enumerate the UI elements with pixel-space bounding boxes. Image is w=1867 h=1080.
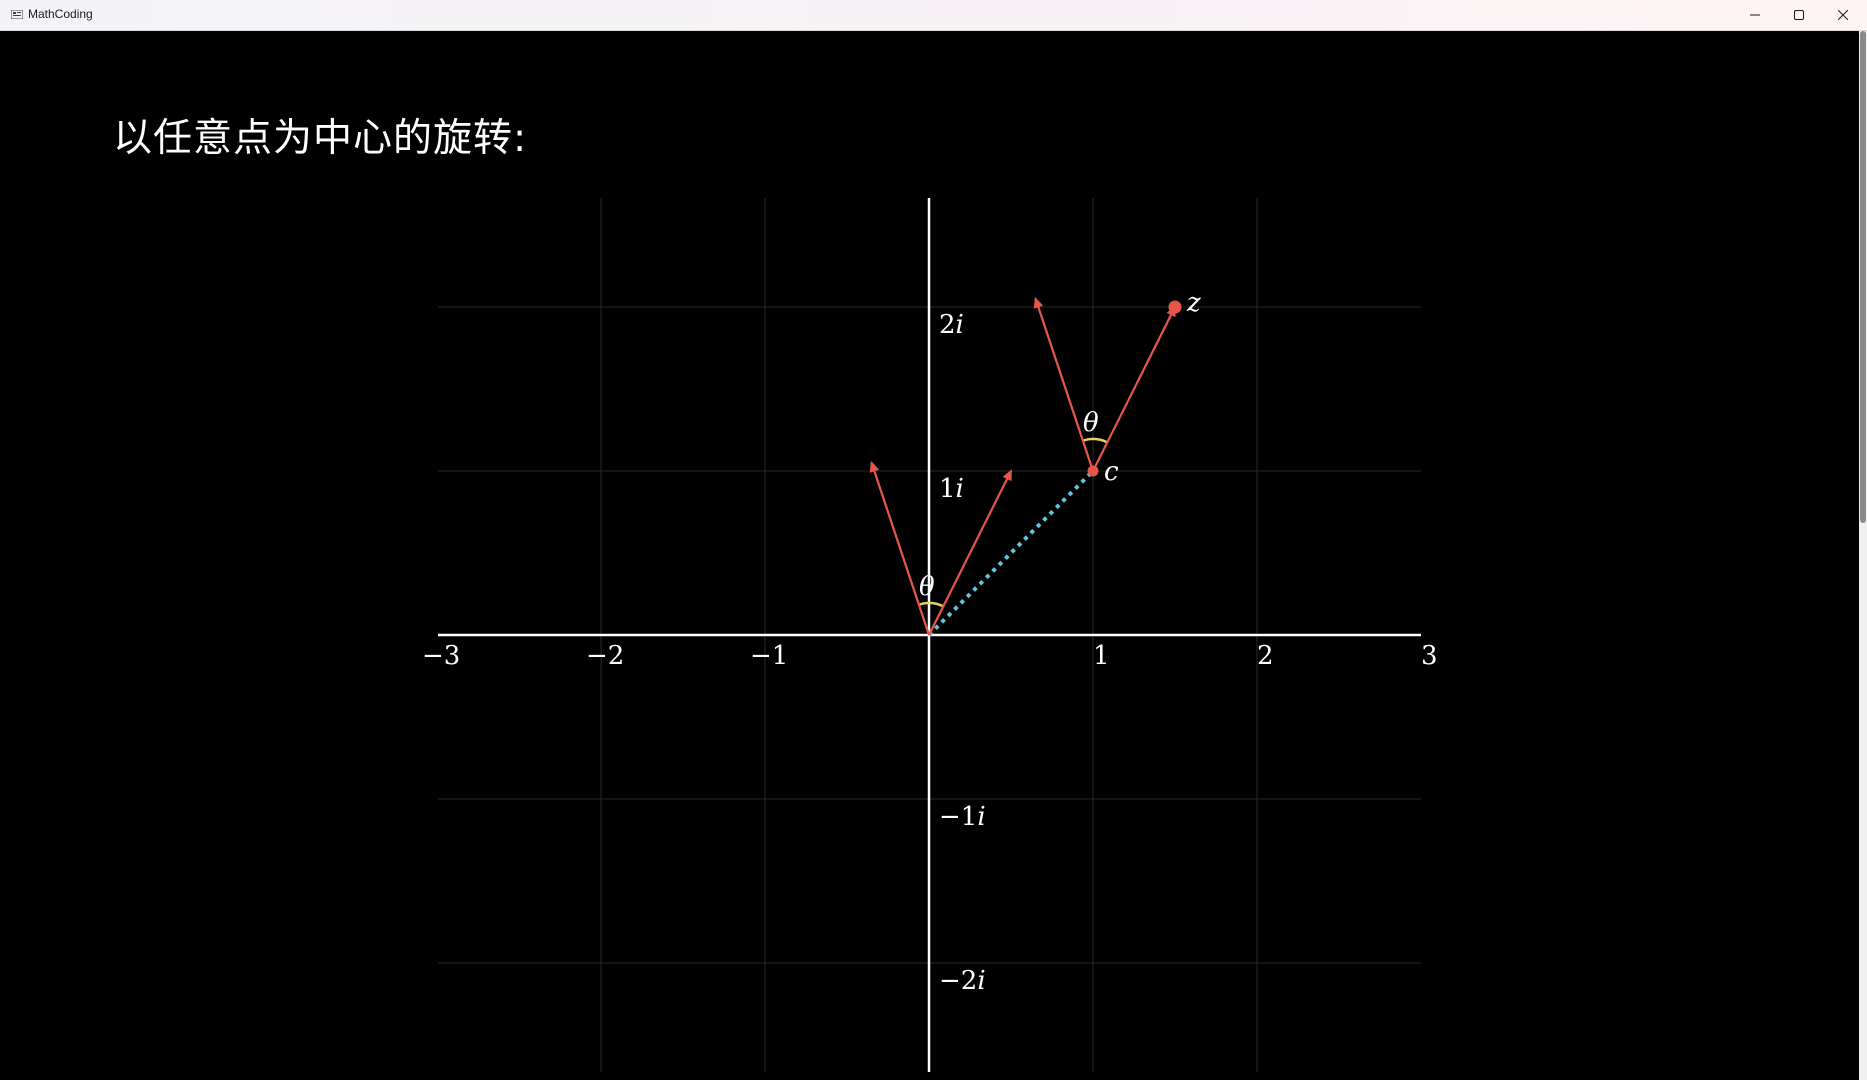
vector-c-rotated [1033, 296, 1095, 472]
point-z-label: z [1186, 288, 1201, 318]
points: cz [1087, 288, 1201, 487]
y-tick-label: 2i [939, 310, 964, 340]
x-tick-label: 3 [1421, 641, 1438, 671]
x-tick-label: 1 [1093, 641, 1110, 671]
angle-arcs: θθ [918, 408, 1108, 608]
y-tick-label: −2i [939, 966, 986, 996]
scrollbar-thumb[interactable] [1860, 31, 1866, 523]
point-z [1168, 300, 1182, 314]
app-window: MathCoding 以任意点为中心的旋转: −3 −2 −1 1 2 3 2i… [0, 0, 1867, 1080]
x-tick-label: 2 [1257, 641, 1274, 671]
angle-theta-origin-label: θ [919, 572, 935, 602]
angle-theta-c-label: θ [1083, 408, 1099, 438]
y-tick-label: 1i [939, 474, 964, 504]
complex-plane: −3 −2 −1 1 2 32i1i−1i−2i θθ cz [422, 198, 1438, 1072]
y-tick-label: −1i [939, 802, 986, 832]
point-c [1087, 465, 1099, 477]
angle-theta-origin-arc [918, 601, 944, 608]
x-tick-label: −3 [422, 641, 460, 671]
x-tick-label: −2 [586, 641, 624, 671]
x-tick-label: −1 [750, 641, 788, 671]
point-c-label: c [1104, 457, 1119, 487]
vector-origin-rotated [869, 460, 931, 636]
angle-theta-c-arc [1082, 437, 1108, 444]
vector-c-to-z [1092, 305, 1176, 472]
vectors [869, 296, 1176, 636]
